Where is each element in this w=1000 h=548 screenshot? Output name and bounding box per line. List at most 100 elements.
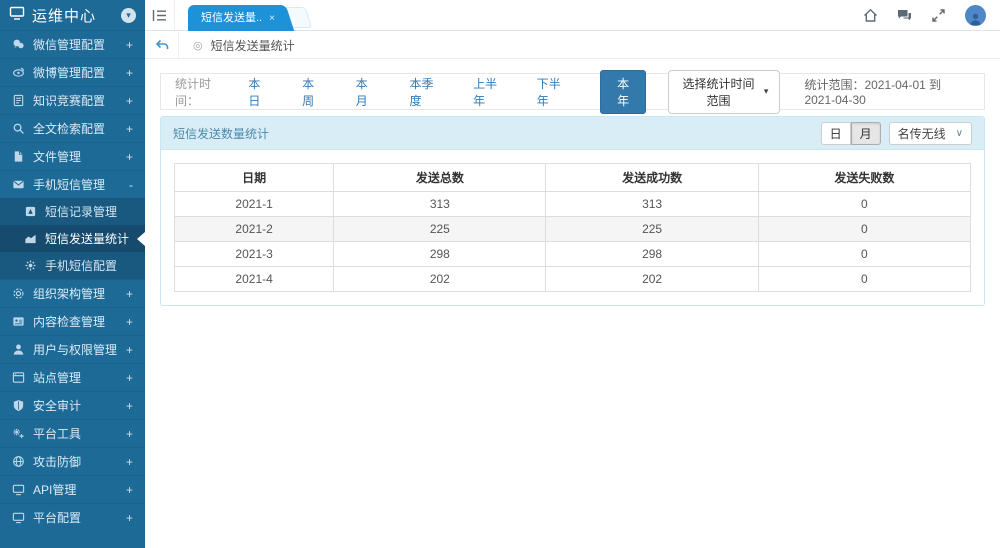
sidebar-item-weibo-config[interactable]: 微博管理配置 + xyxy=(0,58,145,86)
sidebar-item-site-management[interactable]: 站点管理 + xyxy=(0,363,145,391)
sidebar-item-wechat-config[interactable]: 微信管理配置 + xyxy=(0,30,145,58)
monitor-icon xyxy=(12,511,25,524)
provider-select[interactable]: 名传无线 ∨ xyxy=(889,122,972,145)
tab-label: 短信发送量.. xyxy=(201,12,262,24)
sidebar-item-fulltext-search-config[interactable]: 全文检索配置 + xyxy=(0,114,145,142)
sidebar-item-sms-management[interactable]: 手机短信管理 - xyxy=(0,170,145,198)
weibo-icon xyxy=(12,66,25,79)
sidebar-item-label: 攻击防御 xyxy=(33,453,118,470)
sidebar-item-attack-defense[interactable]: 攻击防御 + xyxy=(0,447,145,475)
sidebar-toggle-icon[interactable] xyxy=(145,0,175,30)
sidebar-item-content-check[interactable]: 内容检查管理 + xyxy=(0,307,145,335)
expand-plus-icon: + xyxy=(126,150,133,164)
filter-option-today[interactable]: 本日 xyxy=(248,75,268,109)
sidebar-item-platform-config[interactable]: 平台配置 + xyxy=(0,503,145,531)
gear-icon xyxy=(24,259,37,272)
cell-success: 202 xyxy=(546,267,758,292)
chevron-down-icon[interactable]: ▾ xyxy=(121,8,136,23)
table-header-row: 日期 发送总数 发送成功数 发送失败数 xyxy=(175,164,971,192)
expand-plus-icon: + xyxy=(126,315,133,329)
day-view-button[interactable]: 日 xyxy=(821,122,851,145)
tab-sms-volume-stats[interactable]: 短信发送量.. × xyxy=(188,5,281,31)
sidebar-item-label: 组织架构管理 xyxy=(33,285,118,302)
col-header-success-count: 发送成功数 xyxy=(546,164,758,192)
sms-records-icon xyxy=(24,205,37,218)
target-icon: ◎ xyxy=(193,39,203,52)
chart-icon xyxy=(24,232,37,245)
panel-title: 短信发送数量统计 xyxy=(173,125,821,142)
app-root: 运维中心 ▾ 微信管理配置 + 微博管理配置 + 知识竞赛配置 + 全文检索配置… xyxy=(0,0,1000,548)
sidebar-item-label: 短信记录管理 xyxy=(45,203,133,220)
cell-failure: 0 xyxy=(758,242,970,267)
filter-option-second-half-year[interactable]: 下半年 xyxy=(537,75,567,109)
sidebar-subitem-sms-records[interactable]: 短信记录管理 xyxy=(0,198,145,225)
cell-total: 225 xyxy=(334,217,546,242)
id-card-icon xyxy=(12,315,25,328)
monitor-icon xyxy=(9,6,25,24)
expand-plus-icon: + xyxy=(126,455,133,469)
sidebar-item-label: 平台配置 xyxy=(33,509,118,526)
stats-range-text: 统计范围：2021-04-01 到 2021-04-30 xyxy=(804,76,970,107)
cell-success: 298 xyxy=(546,242,758,267)
stats-panel: 短信发送数量统计 日 月 名传无线 ∨ 日期 发送总数 xyxy=(160,116,985,306)
expand-plus-icon: + xyxy=(126,94,133,108)
stats-panel-header: 短信发送数量统计 日 月 名传无线 ∨ xyxy=(161,117,984,150)
fullscreen-icon[interactable] xyxy=(931,8,946,23)
expand-plus-icon: + xyxy=(126,66,133,80)
filter-option-this-month[interactable]: 本月 xyxy=(356,75,376,109)
col-header-date: 日期 xyxy=(175,164,334,192)
sidebar-item-api-management[interactable]: API管理 + xyxy=(0,475,145,503)
select-time-range-button[interactable]: 选择统计时间范围 ▾ xyxy=(668,70,780,114)
filter-option-first-half-year[interactable]: 上半年 xyxy=(473,75,503,109)
wechat-icon xyxy=(12,38,25,51)
sidebar-item-label: 文件管理 xyxy=(33,148,118,165)
sidebar-item-label: 平台工具 xyxy=(33,425,118,442)
user-avatar[interactable] xyxy=(965,5,986,26)
table-row: 2021-2 225 225 0 xyxy=(175,217,971,242)
expand-plus-icon: + xyxy=(126,343,133,357)
shield-icon xyxy=(12,399,25,412)
expand-plus-icon: + xyxy=(126,511,133,525)
sidebar: 运维中心 ▾ 微信管理配置 + 微博管理配置 + 知识竞赛配置 + 全文检索配置… xyxy=(0,0,145,548)
month-view-button[interactable]: 月 xyxy=(851,122,881,145)
envelope-icon xyxy=(12,178,25,191)
expand-plus-icon: + xyxy=(126,371,133,385)
filter-option-this-quarter[interactable]: 本季度 xyxy=(410,75,440,109)
sidebar-item-knowledge-contest-config[interactable]: 知识竞赛配置 + xyxy=(0,86,145,114)
expand-plus-icon: + xyxy=(126,427,133,441)
sidebar-item-label: 用户与权限管理 xyxy=(33,341,118,358)
sidebar-item-platform-tools[interactable]: 平台工具 + xyxy=(0,419,145,447)
col-header-failure-count: 发送失败数 xyxy=(758,164,970,192)
user-icon xyxy=(12,343,25,356)
cell-success: 313 xyxy=(546,192,758,217)
sidebar-item-security-audit[interactable]: 安全审计 + xyxy=(0,391,145,419)
filter-option-this-week[interactable]: 本周 xyxy=(302,75,322,109)
expand-plus-icon: + xyxy=(126,122,133,136)
sidebar-item-org-structure[interactable]: 组织架构管理 + xyxy=(0,279,145,307)
sidebar-item-label: 微信管理配置 xyxy=(33,36,118,53)
sidebar-subitem-sms-volume-stats[interactable]: 短信发送量统计 xyxy=(0,225,145,252)
home-icon[interactable] xyxy=(863,8,878,23)
document-icon xyxy=(12,94,25,107)
page-title: 短信发送量统计 xyxy=(211,37,295,54)
sidebar-item-label: 知识竞赛配置 xyxy=(33,92,118,109)
col-header-total-sent: 发送总数 xyxy=(334,164,546,192)
back-icon[interactable] xyxy=(145,32,179,59)
caret-down-icon: ▾ xyxy=(764,86,769,97)
close-icon[interactable]: × xyxy=(269,13,275,24)
sidebar-item-file-management[interactable]: 文件管理 + xyxy=(0,142,145,170)
cell-failure: 0 xyxy=(758,217,970,242)
sidebar-item-label: 站点管理 xyxy=(33,369,118,386)
filter-option-this-year-button[interactable]: 本年 xyxy=(600,70,646,114)
day-month-toggle: 日 月 xyxy=(821,122,881,145)
sidebar-subitem-sms-config[interactable]: 手机短信配置 xyxy=(0,252,145,279)
sidebar-item-users-permissions[interactable]: 用户与权限管理 + xyxy=(0,335,145,363)
sidebar-header: 运维中心 ▾ xyxy=(0,0,145,30)
sidebar-item-label: API管理 xyxy=(33,481,118,498)
table-row: 2021-3 298 298 0 xyxy=(175,242,971,267)
stats-panel-body: 日期 发送总数 发送成功数 发送失败数 2021-1 313 313 0 xyxy=(161,150,984,305)
messages-icon[interactable] xyxy=(897,8,912,23)
table-row: 2021-1 313 313 0 xyxy=(175,192,971,217)
expand-plus-icon: + xyxy=(126,38,133,52)
table-row: 2021-4 202 202 0 xyxy=(175,267,971,292)
